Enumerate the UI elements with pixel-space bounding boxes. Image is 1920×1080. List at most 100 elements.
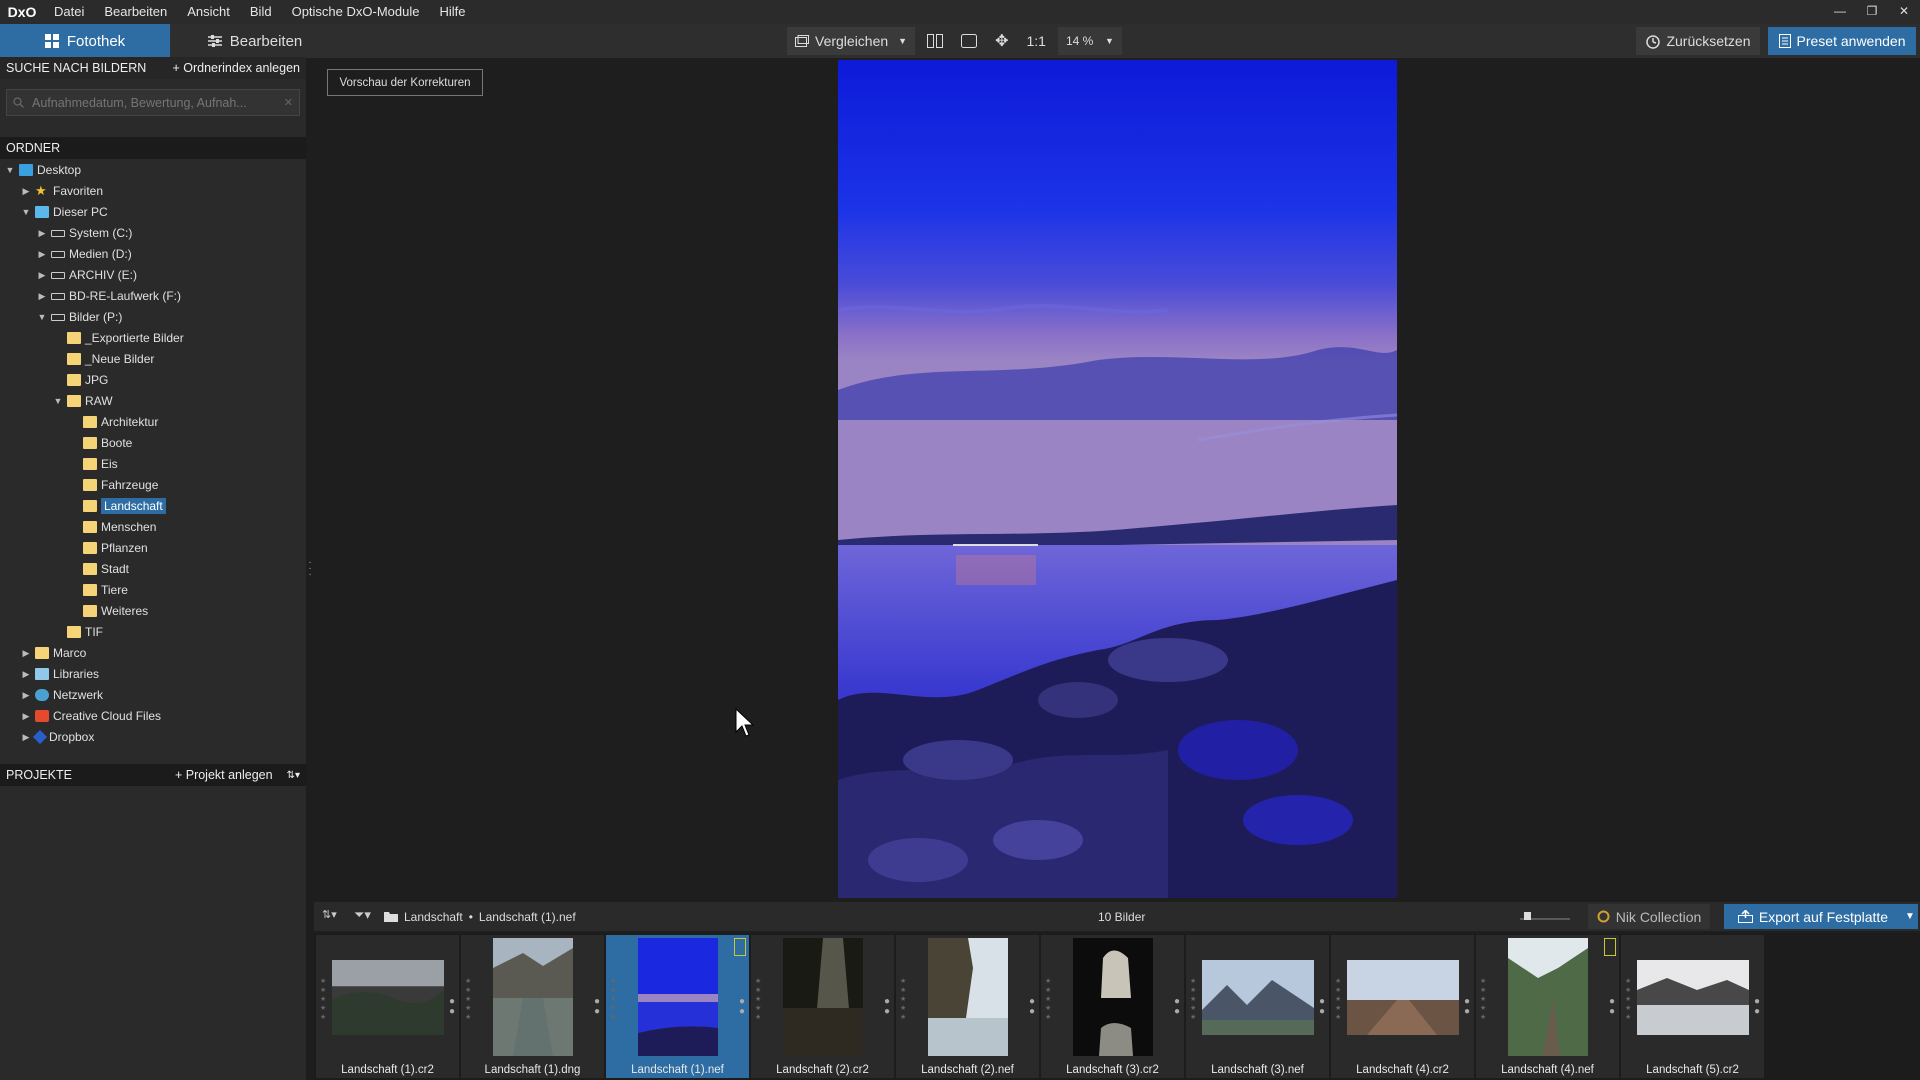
folder-tree-item[interactable]: ▶ ★ Favoriten bbox=[20, 181, 104, 201]
filmstrip-thumbnail[interactable]: ★ ★ ★ ★ ★ ● ● Landschaft (5).cr2 bbox=[1621, 935, 1764, 1078]
move-button[interactable]: ✥ bbox=[989, 27, 1014, 55]
expand-arrow-icon[interactable]: ▶ bbox=[20, 186, 32, 197]
folder-tree-item[interactable]: _Exportierte Bilder bbox=[52, 328, 184, 348]
folder-tree-item[interactable]: Architektur bbox=[68, 412, 158, 432]
minimize-button[interactable]: — bbox=[1824, 0, 1856, 24]
preset-label: Preset anwenden bbox=[1796, 33, 1906, 49]
rating-stars-icon[interactable]: ★ ★ ★ ★ ★ bbox=[320, 977, 326, 1022]
folder-tree-item[interactable]: ▼ RAW bbox=[52, 391, 113, 411]
folder-tree-item[interactable]: Weiteres bbox=[68, 601, 148, 621]
preview-corrections-button[interactable]: Vorschau der Korrekturen bbox=[327, 69, 483, 96]
menu-item[interactable]: Ansicht bbox=[177, 0, 240, 24]
menu-item[interactable]: Hilfe bbox=[429, 0, 475, 24]
zoom-select[interactable]: 14 % ▼ bbox=[1057, 27, 1122, 55]
folder-tree-item[interactable]: ▼ Bilder (P:) bbox=[36, 307, 123, 327]
clear-search-icon[interactable]: ✕ bbox=[284, 96, 293, 109]
folder-tree-item[interactable]: Boote bbox=[68, 433, 132, 453]
rating-stars-icon[interactable]: ★ ★ ★ ★ ★ bbox=[465, 977, 471, 1022]
tab-library[interactable]: Fotothek bbox=[0, 24, 170, 58]
folder-tree-item[interactable]: ▶ System (C:) bbox=[36, 223, 133, 243]
expand-arrow-icon[interactable]: ▶ bbox=[20, 690, 32, 701]
close-button[interactable]: ✕ bbox=[1888, 0, 1920, 24]
folder-tree-item[interactable]: ▶ Creative Cloud Files bbox=[20, 706, 162, 726]
collapse-arrow-icon[interactable]: ▼ bbox=[36, 312, 48, 322]
create-index-button[interactable]: + Ordnerindex anlegen bbox=[172, 61, 300, 75]
search-box[interactable]: ✕ bbox=[6, 89, 300, 116]
create-project-button[interactable]: + Projekt anlegen bbox=[175, 768, 273, 782]
thumbnail-size-slider[interactable] bbox=[1520, 910, 1570, 922]
one-to-one-button[interactable]: 1:1 bbox=[1021, 27, 1052, 55]
rating-stars-icon[interactable]: ★ ★ ★ ★ ★ bbox=[1045, 977, 1051, 1022]
rating-stars-icon[interactable]: ★ ★ ★ ★ ★ bbox=[1625, 977, 1631, 1022]
reset-button[interactable]: Zurücksetzen bbox=[1636, 27, 1760, 55]
expand-arrow-icon[interactable]: ▶ bbox=[20, 732, 32, 743]
split-view-button[interactable] bbox=[921, 27, 949, 55]
filmstrip-thumbnail[interactable]: ★ ★ ★ ★ ★ ● ● Landschaft (4).nef bbox=[1476, 935, 1619, 1078]
folder-tree-item[interactable]: Stadt bbox=[68, 559, 129, 579]
folder-tree-item[interactable]: ▶ Libraries bbox=[20, 664, 100, 684]
filmstrip-thumbnail[interactable]: ★ ★ ★ ★ ★ ● ● Landschaft (3).nef bbox=[1186, 935, 1329, 1078]
folder-tree-item[interactable]: Eis bbox=[68, 454, 118, 474]
filmstrip-thumbnail[interactable]: ★ ★ ★ ★ ★ ● ● Landschaft (3).cr2 bbox=[1041, 935, 1184, 1078]
folder-tree-item[interactable]: ▶ Medien (D:) bbox=[36, 244, 132, 264]
expand-arrow-icon[interactable]: ▶ bbox=[36, 228, 48, 239]
folder-tree-item[interactable]: _Neue Bilder bbox=[52, 349, 154, 369]
nik-collection-button[interactable]: Nik Collection bbox=[1588, 904, 1710, 929]
menu-item[interactable]: Optische DxO-Module bbox=[282, 0, 430, 24]
restore-button[interactable]: ❐ bbox=[1856, 0, 1888, 24]
apply-preset-button[interactable]: Preset anwenden bbox=[1768, 27, 1916, 55]
folder-tree-item[interactable]: Landschaft bbox=[68, 496, 166, 516]
folder-tree-item[interactable]: ▶ BD-RE-Laufwerk (F:) bbox=[36, 286, 181, 306]
export-options-chevron-down-icon[interactable]: ▼ bbox=[1902, 904, 1918, 929]
expand-arrow-icon[interactable]: ▶ bbox=[36, 291, 48, 302]
expand-arrow-icon[interactable]: ▶ bbox=[20, 669, 32, 680]
collapse-arrow-icon[interactable]: ▼ bbox=[20, 207, 32, 217]
filmstrip-thumbnail[interactable]: ★ ★ ★ ★ ★ ● ● Landschaft (1).nef bbox=[606, 935, 749, 1078]
folder-tree-item[interactable]: Fahrzeuge bbox=[68, 475, 158, 495]
sort-icon[interactable]: ⇅▾ bbox=[322, 908, 337, 921]
expand-arrow-icon[interactable]: ▶ bbox=[36, 270, 48, 281]
rating-stars-icon[interactable]: ★ ★ ★ ★ ★ bbox=[610, 977, 616, 1022]
rating-stars-icon[interactable]: ★ ★ ★ ★ ★ bbox=[900, 977, 906, 1022]
fit-screen-button[interactable] bbox=[955, 27, 983, 55]
collapse-arrow-icon[interactable]: ▼ bbox=[52, 396, 64, 406]
folder-tree-item[interactable]: ▶ Netzwerk bbox=[20, 685, 103, 705]
rating-stars-icon[interactable]: ★ ★ ★ ★ ★ bbox=[1480, 977, 1486, 1022]
rating-stars-icon[interactable]: ★ ★ ★ ★ ★ bbox=[1190, 977, 1196, 1022]
folder-tree-item[interactable]: ▼ Desktop bbox=[4, 160, 82, 180]
breadcrumb-folder[interactable]: Landschaft bbox=[404, 910, 463, 924]
filmstrip-thumbnail[interactable]: ★ ★ ★ ★ ★ ● ● Landschaft (2).nef bbox=[896, 935, 1039, 1078]
filmstrip-thumbnail[interactable]: ★ ★ ★ ★ ★ ● ● Landschaft (1).dng bbox=[461, 935, 604, 1078]
rating-stars-icon[interactable]: ★ ★ ★ ★ ★ bbox=[1335, 977, 1341, 1022]
folder-tree-item[interactable]: ▼ Dieser PC bbox=[20, 202, 108, 222]
drive-icon bbox=[51, 229, 65, 237]
menu-item[interactable]: Datei bbox=[44, 0, 94, 24]
filmstrip-thumbnail[interactable]: ★ ★ ★ ★ ★ ● ● Landschaft (2).cr2 bbox=[751, 935, 894, 1078]
expand-arrow-icon[interactable]: ▶ bbox=[20, 648, 32, 659]
expand-arrow-icon[interactable]: ▶ bbox=[36, 249, 48, 260]
rating-stars-icon[interactable]: ★ ★ ★ ★ ★ bbox=[755, 977, 761, 1022]
folder-tree-item[interactable]: JPG bbox=[52, 370, 108, 390]
panel-resize-handle[interactable]: · · · bbox=[306, 558, 314, 580]
menu-item[interactable]: Bearbeiten bbox=[94, 0, 177, 24]
folder-tree-item[interactable]: ▶ ARCHIV (E:) bbox=[36, 265, 137, 285]
menu-item[interactable]: Bild bbox=[240, 0, 282, 24]
expand-arrow-icon[interactable]: ▶ bbox=[20, 711, 32, 722]
main-photo[interactable] bbox=[838, 60, 1397, 898]
folder-tree-item[interactable]: Pflanzen bbox=[68, 538, 148, 558]
folder-tree-item[interactable]: ▶ Marco bbox=[20, 643, 87, 663]
filmstrip-thumbnail[interactable]: ★ ★ ★ ★ ★ ● ● Landschaft (1).cr2 bbox=[316, 935, 459, 1078]
tab-edit[interactable]: Bearbeiten bbox=[170, 24, 340, 58]
compare-button[interactable]: Vergleichen ▼ bbox=[787, 27, 916, 55]
folder-tree-item[interactable]: Tiere bbox=[68, 580, 128, 600]
collapse-arrow-icon[interactable]: ▼ bbox=[4, 165, 16, 175]
filter-icon[interactable]: ⏷▾ bbox=[354, 907, 371, 923]
chevron-down-icon[interactable]: ▼ bbox=[898, 36, 907, 46]
folder-tree-item[interactable]: ▶ Dropbox bbox=[20, 727, 94, 747]
sort-icon[interactable]: ⇅▾ bbox=[287, 770, 300, 781]
search-input[interactable] bbox=[30, 94, 278, 111]
export-to-disk-button[interactable]: Export auf Festplatte bbox=[1724, 904, 1902, 929]
folder-tree-item[interactable]: Menschen bbox=[68, 517, 156, 537]
folder-tree-item[interactable]: TIF bbox=[52, 622, 103, 642]
filmstrip-thumbnail[interactable]: ★ ★ ★ ★ ★ ● ● Landschaft (4).cr2 bbox=[1331, 935, 1474, 1078]
